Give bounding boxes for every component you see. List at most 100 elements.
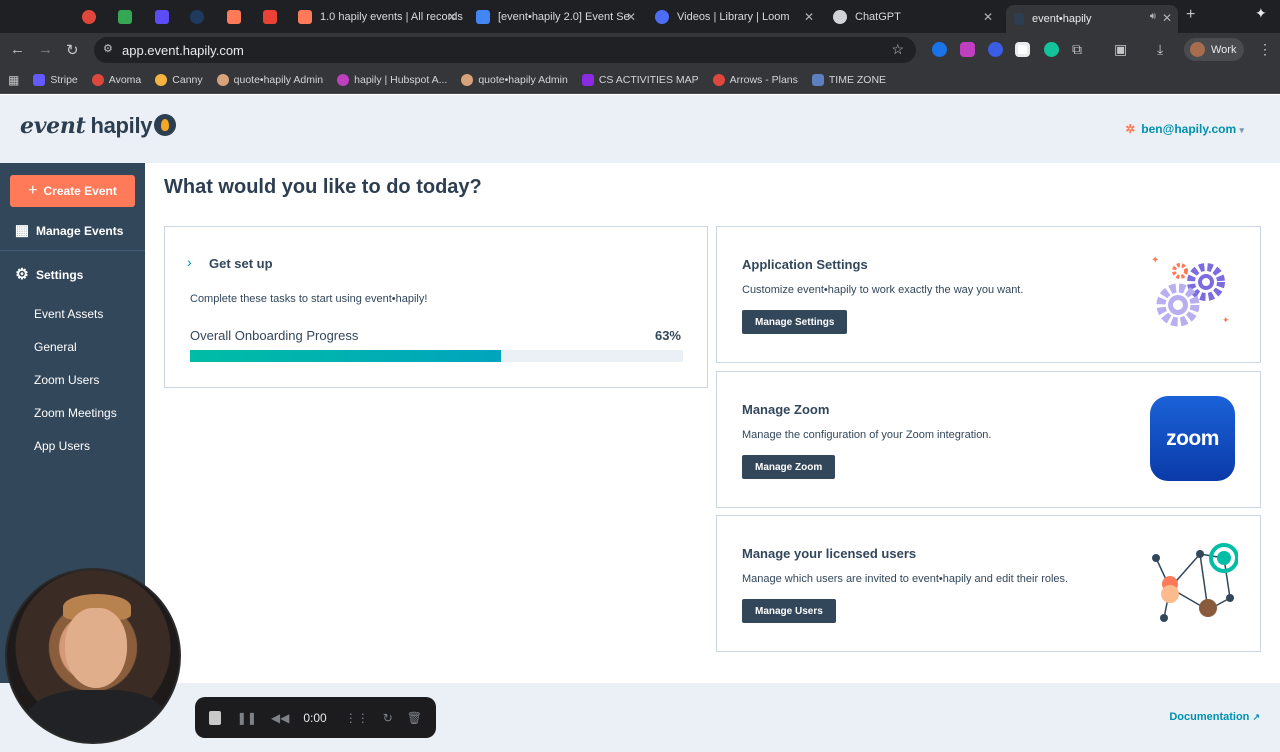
close-icon[interactable]: ✕	[804, 10, 814, 24]
bookmark-label: TIME ZONE	[828, 73, 887, 86]
extension-icon[interactable]	[988, 42, 1003, 57]
tab-4[interactable]	[190, 4, 212, 30]
forward-icon[interactable]: →	[38, 41, 53, 58]
recording-time: 0:00	[303, 710, 327, 725]
close-icon[interactable]: ✕	[626, 10, 636, 24]
svg-text:✦: ✦	[1151, 255, 1159, 266]
rewind-icon[interactable]: ◀◀	[271, 711, 289, 725]
bookmark-item[interactable]: Stripe	[33, 73, 78, 86]
grammarly-icon[interactable]	[1044, 42, 1059, 57]
profile-chip[interactable]: Work	[1184, 38, 1244, 61]
webcam-face	[65, 608, 127, 688]
stop-recording-button[interactable]	[202, 703, 230, 732]
restart-icon[interactable]: ↻	[383, 711, 393, 725]
tab-chatgpt[interactable]: ChatGPT ✕	[833, 4, 999, 30]
bookmark-favicon	[581, 73, 594, 86]
manage-settings-button[interactable]: Manage Settings	[742, 310, 848, 334]
reading-list-icon[interactable]: ▣	[1114, 41, 1127, 58]
tab-label: 1.0 hapily events | All records	[320, 11, 463, 23]
user-network-icon	[1152, 543, 1238, 622]
trash-icon[interactable]: 🗑︎	[407, 711, 422, 725]
sidebar-item-zoom-users[interactable]: Zoom Users	[34, 373, 99, 387]
rocket-icon	[154, 114, 177, 137]
grid-icon[interactable]: ⋮⋮	[345, 711, 369, 725]
progress-fill	[190, 350, 501, 362]
profile-avatar	[1190, 42, 1205, 57]
tab-3[interactable]	[155, 4, 177, 30]
bookmark-item[interactable]: CS ACTIVITIES MAP	[581, 73, 699, 86]
bookmark-item[interactable]: Avoma	[91, 73, 141, 86]
tab-event-settings[interactable]: [event•hapily 2.0] Event Se ✕	[476, 4, 642, 30]
new-tab-button[interactable]: +	[1186, 6, 1195, 24]
tab-favicon	[118, 10, 132, 24]
url-text[interactable]: app.event.hapily.com	[122, 43, 244, 58]
reload-icon[interactable]: ↻	[66, 41, 79, 59]
get-set-up-card: › Get set up Complete these tasks to sta…	[164, 226, 708, 388]
close-icon[interactable]: ✕	[1162, 11, 1172, 25]
apps-grid-icon[interactable]: ▦	[8, 73, 19, 87]
pause-icon[interactable]: ❚❚	[237, 711, 257, 725]
address-bar[interactable]: ⚙ app.event.hapily.com ☆	[94, 37, 916, 63]
sidebar-item-app-users[interactable]: App Users	[34, 439, 90, 453]
sidebar-item-general[interactable]: General	[34, 340, 77, 354]
create-event-button[interactable]: + Create Event	[10, 175, 135, 207]
bookmark-item[interactable]: quote•hapily Admin	[461, 73, 568, 86]
close-icon[interactable]: ✕	[447, 10, 457, 24]
bookmark-favicon	[712, 73, 725, 86]
svg-text:✦: ✦	[1222, 316, 1230, 326]
chevron-right-icon[interactable]: ›	[187, 254, 192, 270]
user-menu[interactable]: ✲ ben@hapily.com ▾	[1125, 122, 1244, 136]
bookmark-item[interactable]: Arrows - Plans	[712, 73, 798, 86]
gemini-icon[interactable]: ✦	[1255, 5, 1267, 22]
event-hapily-logo[interactable]: event hapily	[20, 113, 177, 139]
gmail-icon	[263, 10, 277, 24]
bookmark-star-icon[interactable]: ☆	[891, 41, 904, 58]
manage-zoom-button[interactable]: Manage Zoom	[742, 455, 836, 479]
sidebar-item-event-assets[interactable]: Event Assets	[34, 307, 103, 321]
more-menu-icon[interactable]: ⋮	[1258, 41, 1272, 58]
bookmark-favicon	[216, 73, 229, 86]
bookmark-favicon	[461, 73, 474, 86]
tab-2[interactable]	[118, 4, 140, 30]
tab-loom[interactable]: Videos | Library | Loom ✕	[655, 4, 820, 30]
site-info-icon[interactable]: ⚙	[103, 42, 113, 55]
extensions-puzzle-icon[interactable]: ⧉	[1072, 41, 1082, 58]
bookmark-item[interactable]: quote•hapily Admin	[216, 73, 323, 86]
recording-control-bar: ❚❚ ◀◀ 0:00 ⋮⋮ ↻ 🗑︎	[195, 697, 436, 738]
bookmark-favicon	[811, 73, 824, 86]
documentation-link[interactable]: Documentation ↗	[1169, 711, 1260, 723]
manage-users-button[interactable]: Manage Users	[742, 599, 836, 623]
bookmarks-bar: ▦ Stripe Avoma Canny quote•hapily Admin …	[0, 66, 1280, 94]
bookmark-item[interactable]: Canny	[155, 73, 203, 86]
webcam-bubble[interactable]	[5, 568, 181, 744]
tab-favicon	[190, 10, 204, 24]
bookmark-label: CS ACTIVITIES MAP	[598, 73, 699, 86]
tab-event-hapily[interactable]: event•hapily 🔊︎ ✕	[1006, 5, 1178, 33]
tab-5[interactable]	[227, 4, 249, 30]
sidebar-item-zoom-meetings[interactable]: Zoom Meetings	[34, 406, 117, 420]
extension-icon[interactable]	[960, 42, 975, 57]
tab-hapily-events[interactable]: 1.0 hapily events | All records ✕	[298, 4, 463, 30]
tab-gmail[interactable]	[263, 4, 285, 30]
bookmark-item[interactable]: TIME ZONE	[811, 73, 887, 86]
record-extension-icon[interactable]	[1015, 42, 1030, 57]
bookmark-item[interactable]: hapily | Hubspot A...	[337, 73, 447, 86]
card-title: Manage your licensed users	[742, 546, 917, 561]
sidebar-item-manage-events[interactable]: ▦ Manage Events	[0, 211, 145, 251]
tab-favicon	[227, 10, 241, 24]
tab-label: Videos | Library | Loom	[677, 11, 790, 23]
browser-toolbar: ← → ↻ ⚙ app.event.hapily.com ☆ ⧉ ▣ ⤓ Wor…	[0, 33, 1280, 66]
get-set-up-toggle[interactable]: Get set up	[209, 256, 273, 271]
close-icon[interactable]: ✕	[983, 10, 993, 24]
extension-icon[interactable]	[932, 42, 947, 57]
zoom-logo: zoom	[1150, 396, 1235, 481]
chevron-down-icon: ▾	[1239, 125, 1244, 135]
webcam-shirt	[27, 690, 167, 742]
download-icon[interactable]: ⤓	[1157, 41, 1163, 58]
sidebar-item-label: Settings	[36, 268, 84, 282]
onboarding-progress-bar	[190, 350, 683, 362]
tab-1[interactable]	[82, 4, 104, 30]
card-title: Manage Zoom	[742, 402, 830, 417]
sidebar-item-settings[interactable]: ⚙ Settings	[0, 255, 145, 295]
back-icon[interactable]: ←	[10, 41, 25, 58]
